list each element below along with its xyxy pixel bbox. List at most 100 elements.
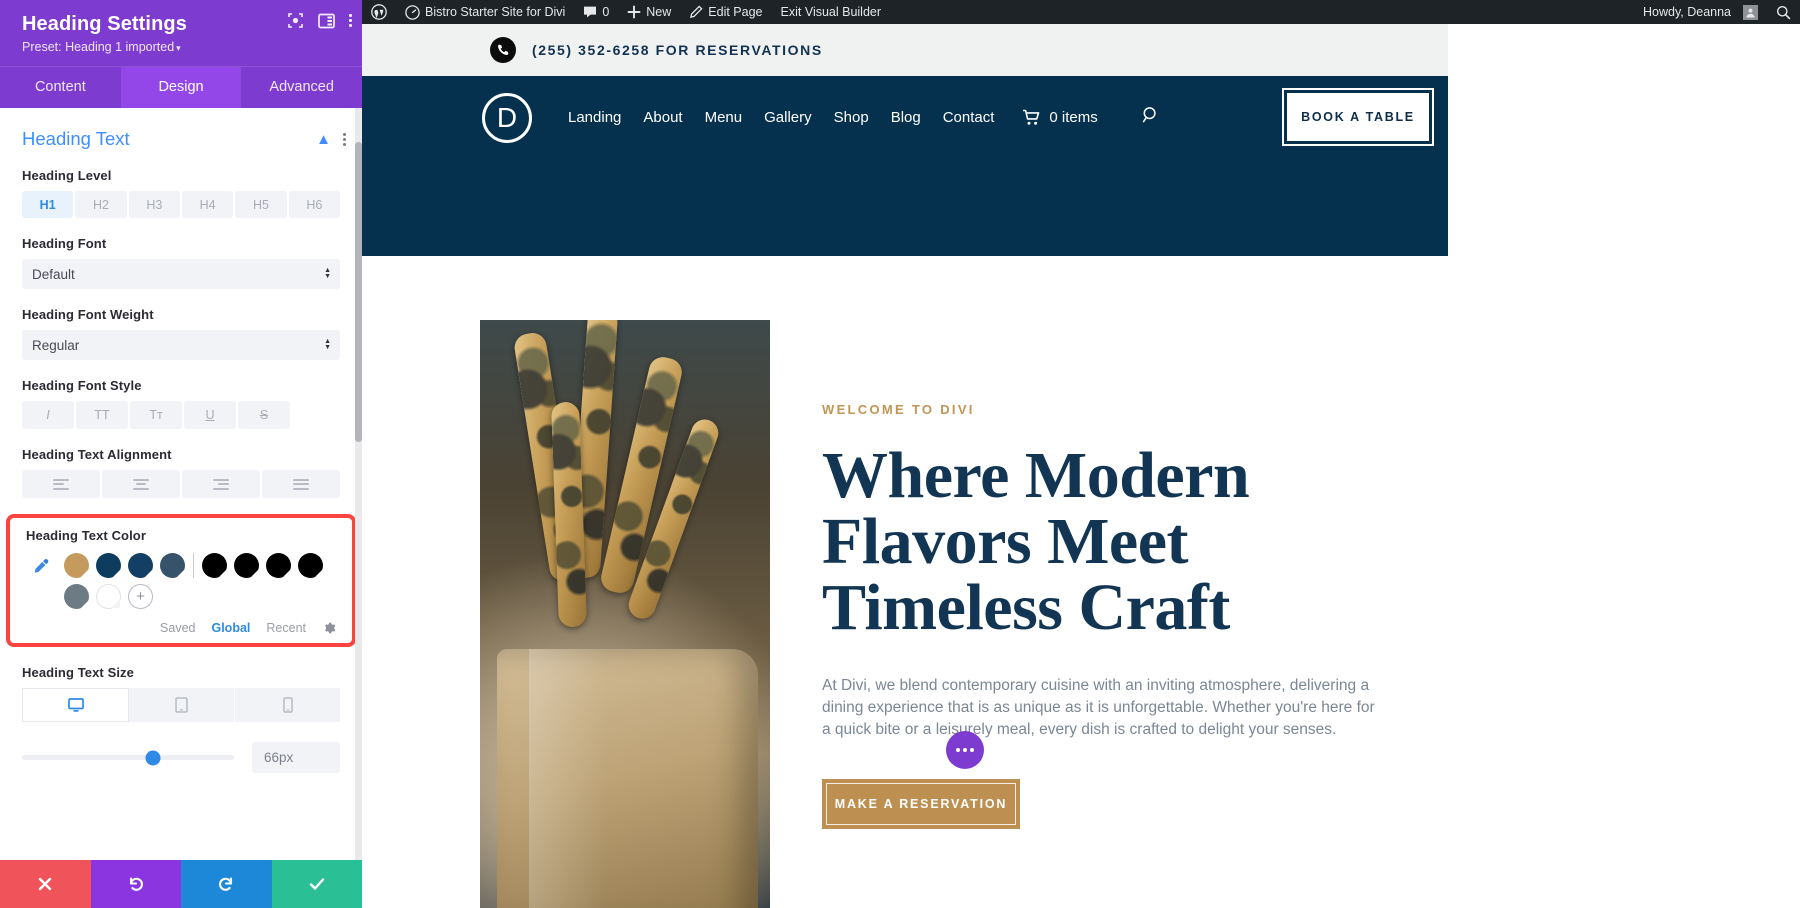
tab-advanced[interactable]: Advanced bbox=[241, 67, 362, 108]
cart-button[interactable]: 0 items bbox=[1022, 109, 1098, 126]
heading-level-h5[interactable]: H5 bbox=[235, 191, 287, 218]
heading-settings-panel: Heading Settings Preset: Heading 1 impor… bbox=[0, 0, 362, 908]
color-swatch[interactable] bbox=[128, 553, 153, 578]
panel-scrollbar-track[interactable] bbox=[355, 108, 362, 860]
tab-content[interactable]: Content bbox=[0, 67, 121, 108]
edit-page-button[interactable]: Edit Page bbox=[680, 0, 771, 24]
save-changes-button[interactable] bbox=[271, 860, 362, 908]
site-name-label: Bistro Starter Site for Divi bbox=[425, 5, 566, 19]
align-right-button[interactable] bbox=[182, 470, 260, 498]
panel-scrollbar-thumb[interactable] bbox=[355, 142, 362, 442]
heading-font-style-label: Heading Font Style bbox=[22, 378, 142, 393]
tab-design[interactable]: Design bbox=[120, 67, 242, 108]
admin-search-button[interactable] bbox=[1767, 0, 1800, 24]
heading-font-weight-select[interactable]: Regular ▲ ▼ bbox=[22, 330, 340, 360]
wp-logo-button[interactable] bbox=[362, 0, 396, 24]
color-swatch[interactable] bbox=[266, 553, 291, 578]
text-size-input[interactable]: 66px bbox=[252, 742, 340, 773]
nav-link-landing[interactable]: Landing bbox=[568, 109, 621, 126]
font-style-underline-button[interactable]: U bbox=[184, 401, 236, 429]
align-center-button[interactable] bbox=[102, 470, 180, 498]
hero-heading-line-3: Timeless Craft bbox=[822, 571, 1230, 644]
site-name-button[interactable]: Bistro Starter Site for Divi bbox=[396, 0, 574, 24]
site-logo[interactable]: D bbox=[482, 92, 532, 143]
section-more-options-icon[interactable] bbox=[343, 132, 346, 146]
color-tab-recent[interactable]: Recent bbox=[266, 621, 306, 635]
heading-level-h6[interactable]: H6 bbox=[288, 191, 340, 218]
font-style-uppercase-button[interactable]: TT bbox=[76, 401, 128, 429]
nav-link-shop[interactable]: Shop bbox=[834, 109, 869, 126]
undo-button[interactable] bbox=[90, 860, 181, 908]
color-swatch[interactable] bbox=[160, 553, 185, 578]
howdy-user-menu[interactable]: Howdy, Deanna bbox=[1634, 0, 1767, 24]
heading-level-h3[interactable]: H3 bbox=[128, 191, 180, 218]
color-swatch[interactable] bbox=[234, 553, 259, 578]
color-tab-saved[interactable]: Saved bbox=[160, 621, 195, 635]
gear-icon[interactable] bbox=[322, 621, 336, 635]
color-swatch[interactable] bbox=[202, 553, 227, 578]
color-swatch[interactable] bbox=[96, 584, 121, 609]
text-size-slider[interactable] bbox=[22, 749, 234, 767]
wp-admin-bar: Bistro Starter Site for Divi 0 New Edit … bbox=[362, 0, 1800, 24]
site-nav-links: Landing About Menu Gallery Shop Blog Con… bbox=[568, 106, 1160, 129]
heading-text-alignment-field: Heading Text Alignment bbox=[0, 447, 362, 498]
device-tab-desktop[interactable] bbox=[22, 688, 129, 722]
select-arrows-icon: ▲ ▼ bbox=[324, 267, 331, 280]
heading-font-select[interactable]: Default ▲ ▼ bbox=[22, 259, 340, 289]
exit-visual-builder-button[interactable]: Exit Visual Builder bbox=[772, 0, 891, 24]
hero-paragraph: At Divi, we blend contemporary cuisine w… bbox=[822, 677, 1375, 738]
add-color-button[interactable]: + bbox=[128, 584, 153, 609]
color-tab-global[interactable]: Global bbox=[211, 621, 250, 635]
heading-text-section-header[interactable]: Heading Text ▲ bbox=[0, 108, 362, 150]
site-search-button[interactable] bbox=[1142, 106, 1160, 129]
heading-text-color-field: Heading Text Color + Saved Global Recent bbox=[6, 514, 356, 647]
font-style-strikethrough-button[interactable]: S bbox=[238, 401, 290, 429]
panel-more-options-icon[interactable] bbox=[349, 14, 352, 27]
color-swatch[interactable] bbox=[64, 553, 89, 578]
device-breakpoint-tabs bbox=[22, 688, 340, 722]
align-left-button[interactable] bbox=[22, 470, 100, 498]
color-source-tabs: Saved Global Recent bbox=[26, 621, 336, 635]
font-style-smallcaps-button[interactable]: Tт bbox=[130, 401, 182, 429]
close-icon bbox=[39, 877, 52, 891]
redo-button[interactable] bbox=[181, 860, 272, 908]
device-tab-tablet[interactable] bbox=[129, 688, 235, 722]
heading-level-options: H1 H2 H3 H4 H5 H6 bbox=[22, 191, 340, 218]
heading-level-h1[interactable]: H1 bbox=[22, 191, 74, 218]
nav-link-blog[interactable]: Blog bbox=[891, 109, 921, 126]
nav-link-contact[interactable]: Contact bbox=[943, 109, 995, 126]
desktop-icon bbox=[67, 697, 84, 712]
color-swatch[interactable] bbox=[64, 584, 89, 609]
nav-link-about[interactable]: About bbox=[643, 109, 682, 126]
heading-text-color-label: Heading Text Color bbox=[26, 528, 147, 543]
color-swatch[interactable] bbox=[96, 553, 121, 578]
panel-header-icons bbox=[287, 12, 352, 29]
align-justify-button[interactable] bbox=[262, 470, 340, 498]
make-a-reservation-button[interactable]: MAKE A RESERVATION bbox=[822, 779, 1020, 829]
strikethrough-icon: S bbox=[259, 408, 269, 422]
new-content-button[interactable]: New bbox=[618, 0, 680, 24]
color-swatch[interactable] bbox=[298, 553, 323, 578]
italic-icon: I bbox=[46, 408, 50, 422]
font-style-italic-button[interactable]: I bbox=[22, 401, 74, 429]
slider-handle[interactable] bbox=[145, 750, 161, 765]
align-justify-icon bbox=[293, 478, 309, 490]
device-tab-phone[interactable] bbox=[235, 688, 340, 722]
eyedropper-icon[interactable] bbox=[26, 553, 56, 577]
focus-target-icon[interactable] bbox=[287, 12, 304, 29]
panel-preset[interactable]: Preset: Heading 1 imported ▾ bbox=[22, 40, 348, 56]
heading-level-h2[interactable]: H2 bbox=[75, 191, 127, 218]
nav-link-gallery[interactable]: Gallery bbox=[764, 109, 812, 126]
divi-page-settings-button[interactable] bbox=[946, 731, 984, 769]
book-a-table-button[interactable]: BOOK A TABLE bbox=[1282, 88, 1434, 146]
discard-changes-button[interactable] bbox=[0, 860, 91, 908]
slider-rail bbox=[22, 755, 234, 760]
heading-font-style-field: Heading Font Style I TT Tт U S bbox=[0, 378, 362, 429]
panel-layout-icon[interactable] bbox=[318, 13, 335, 29]
nav-link-menu[interactable]: Menu bbox=[705, 109, 743, 126]
heading-text-size-label: Heading Text Size bbox=[22, 665, 134, 680]
panel-body: Heading Text ▲ Heading Level H1 H2 H3 H4… bbox=[0, 108, 362, 860]
comments-button[interactable]: 0 bbox=[574, 0, 618, 24]
chevron-up-icon[interactable]: ▲ bbox=[316, 131, 331, 148]
heading-level-h4[interactable]: H4 bbox=[181, 191, 234, 218]
